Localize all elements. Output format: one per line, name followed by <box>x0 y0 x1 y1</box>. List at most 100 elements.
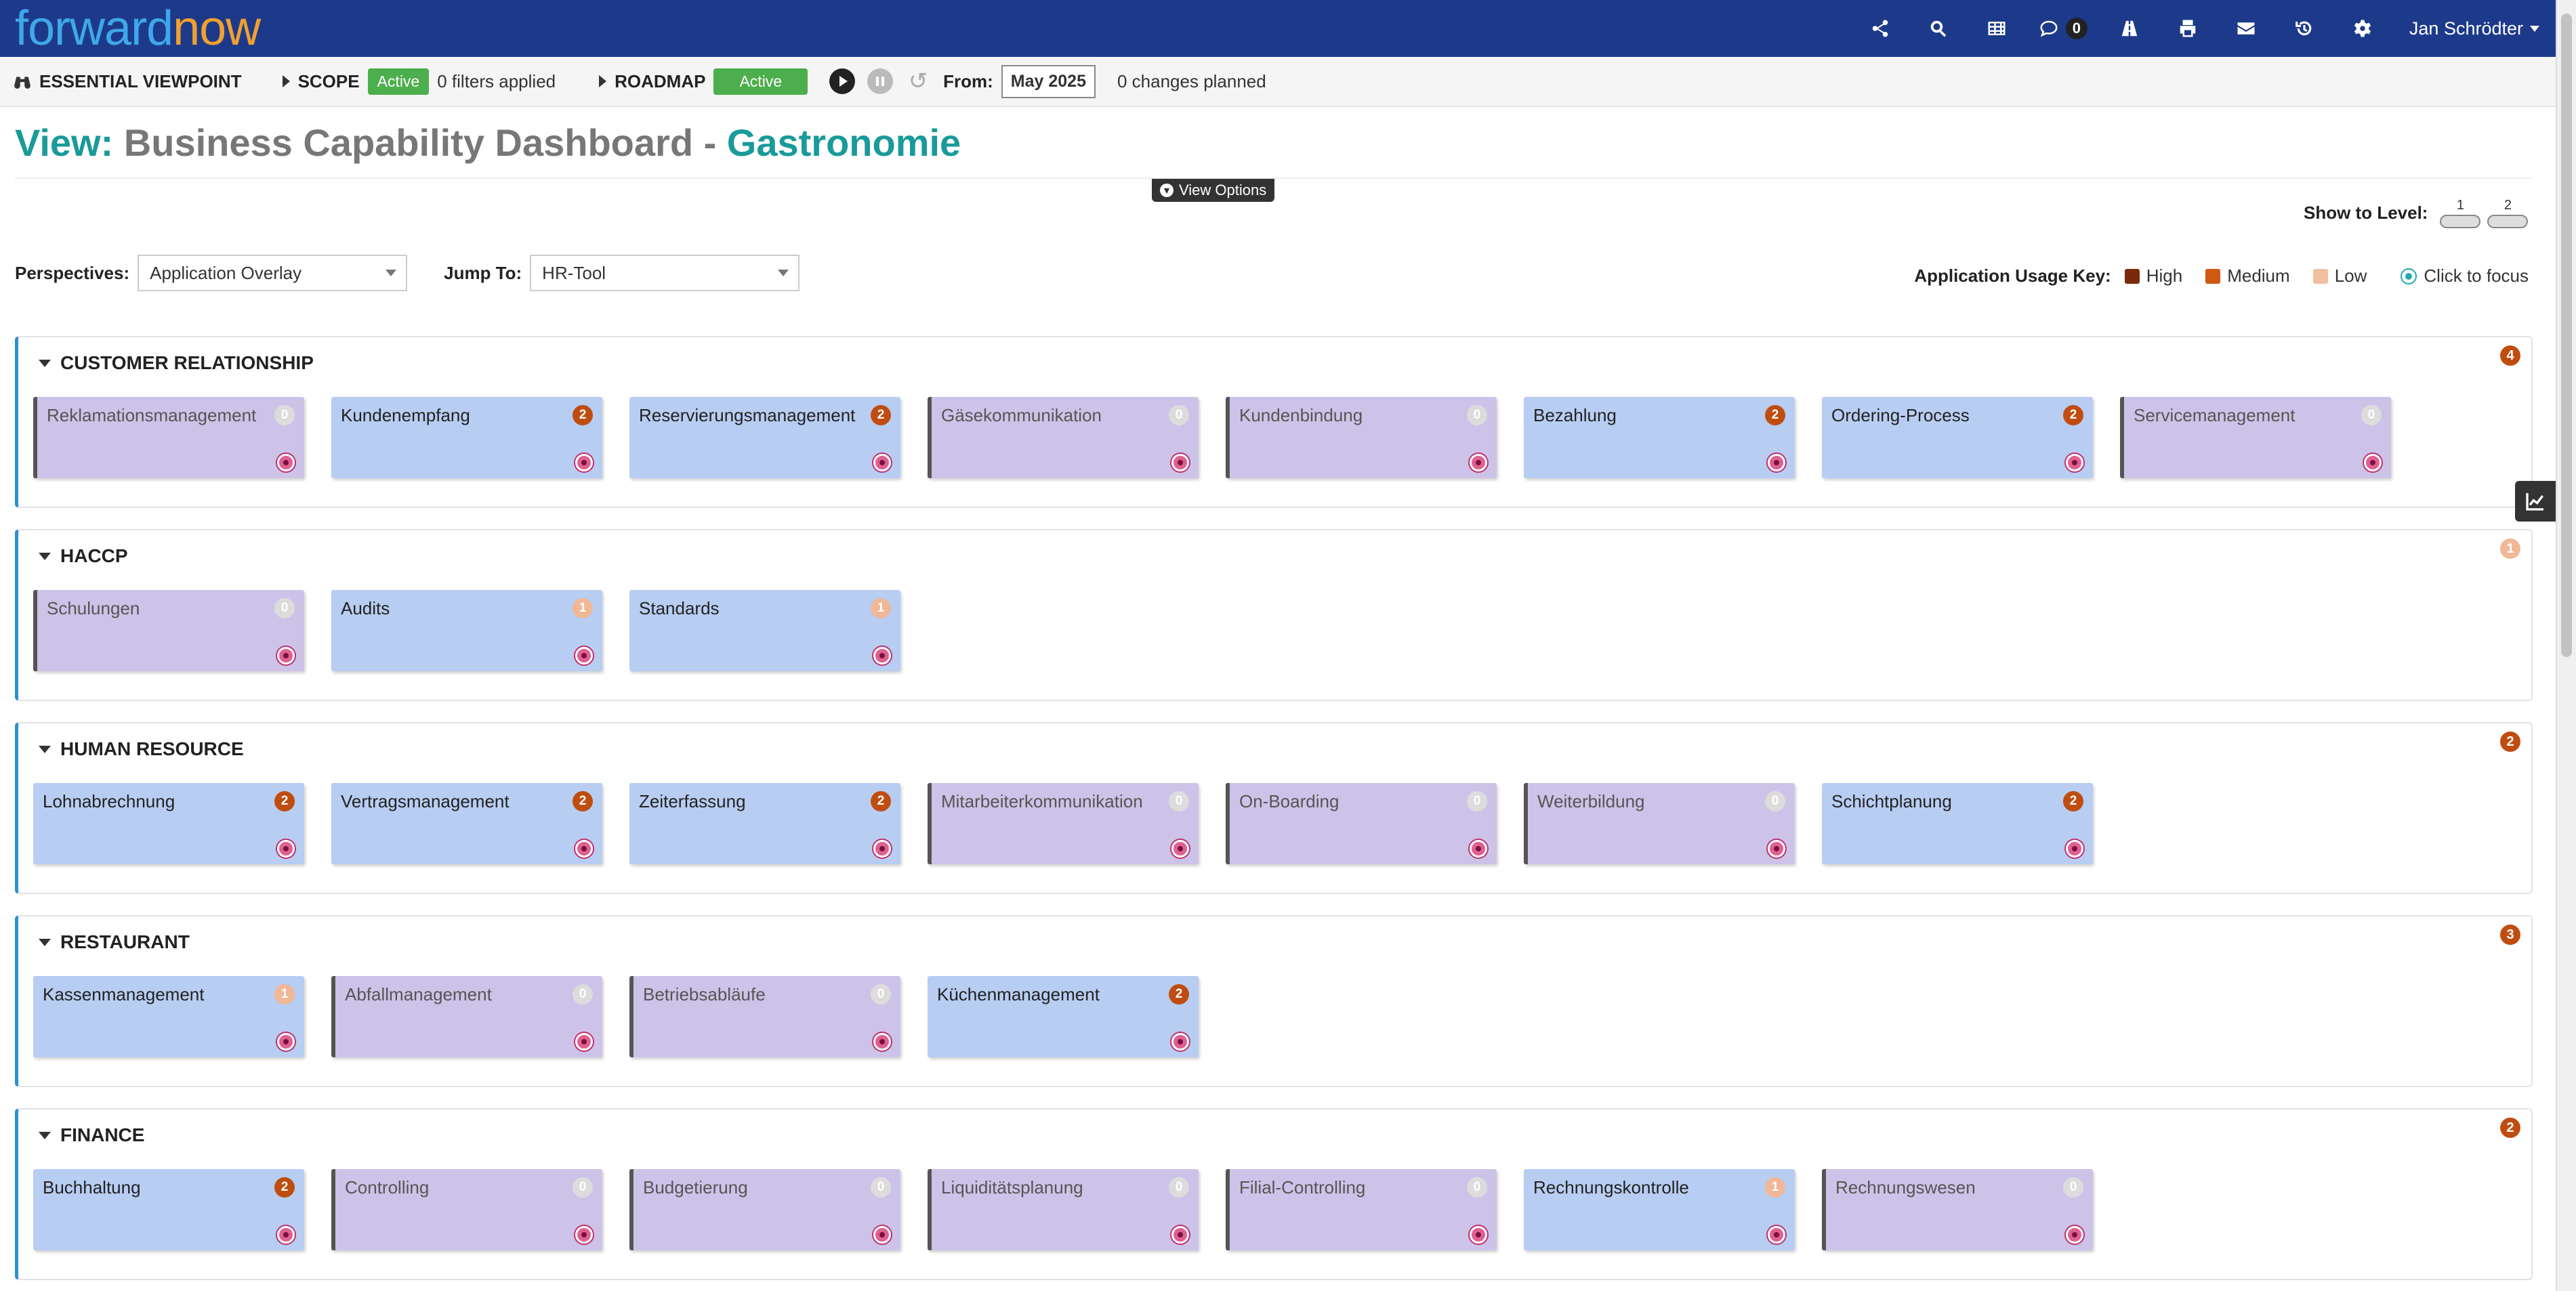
mail-icon[interactable] <box>2217 0 2275 57</box>
focus-target-icon[interactable] <box>575 1033 593 1051</box>
focus-target-icon[interactable] <box>1470 1226 1487 1244</box>
capability-card[interactable]: Rechnungswesen 0 <box>1822 1169 2093 1250</box>
roadmap-label: ROADMAP <box>615 70 706 91</box>
capability-card[interactable]: Zeiterfassung 2 <box>629 783 900 864</box>
line-chart-icon <box>2526 493 2543 511</box>
capability-card[interactable]: Reservierungsmanagement 2 <box>629 397 900 478</box>
gear-icon[interactable] <box>2333 0 2392 57</box>
roadmap-toggle[interactable]: ROADMAP Active <box>599 68 808 95</box>
capability-card[interactable]: Betriebsabläufe 0 <box>629 976 900 1057</box>
focus-target-icon[interactable] <box>1171 1033 1189 1051</box>
application-count-badge: 2 <box>1765 405 1785 425</box>
capability-card[interactable]: Liquiditätsplanung 0 <box>928 1169 1199 1250</box>
caret-down-icon <box>39 552 51 560</box>
capability-card[interactable]: Schulungen 0 <box>33 590 304 671</box>
table-icon[interactable] <box>1968 0 2026 57</box>
share-icon[interactable] <box>1851 0 1909 57</box>
capability-card[interactable]: Ordering-Process 2 <box>1822 397 2093 478</box>
show-level-control: Show to Level: 1 2 <box>2304 198 2529 228</box>
focus-target-icon[interactable] <box>2066 1226 2083 1244</box>
capability-card[interactable]: On-Boarding 0 <box>1226 783 1497 864</box>
focus-target-icon[interactable] <box>1768 840 1785 858</box>
capability-card[interactable]: Mitarbeiterkommunikation 0 <box>928 783 1199 864</box>
chart-toggle-button[interactable] <box>2515 481 2556 522</box>
capability-card[interactable]: Servicemanagement 0 <box>2120 397 2391 478</box>
chat-button[interactable]: 0 <box>2026 0 2100 57</box>
focus-target-icon[interactable] <box>1768 1226 1785 1244</box>
capability-card[interactable]: Budgetierung 0 <box>629 1169 900 1250</box>
capability-card[interactable]: Lohnabrechnung 2 <box>33 783 304 864</box>
capability-card[interactable]: Bezahlung 2 <box>1524 397 1795 478</box>
play-button[interactable] <box>829 68 856 94</box>
section-header[interactable]: HUMAN RESOURCE <box>39 738 244 760</box>
focus-target-icon[interactable] <box>1768 454 1785 471</box>
capability-card[interactable]: Küchenmanagement 2 <box>928 976 1199 1057</box>
binoculars-icon <box>14 77 30 89</box>
user-menu[interactable]: Jan Schrödter <box>2392 18 2539 39</box>
focus-target-icon[interactable] <box>873 454 891 471</box>
focus-target-icon[interactable] <box>873 1226 891 1244</box>
focus-target-icon[interactable] <box>277 647 295 664</box>
print-icon[interactable] <box>2159 0 2217 57</box>
scope-toggle[interactable]: SCOPE Active 0 filters applied <box>282 68 556 95</box>
section-header[interactable]: RESTAURANT <box>39 931 190 953</box>
capability-card[interactable]: Kundenempfang 2 <box>331 397 602 478</box>
section-count-badge: 2 <box>2500 1118 2520 1138</box>
pause-button[interactable] <box>867 68 894 94</box>
level-2-toggle[interactable]: 2 <box>2487 198 2529 228</box>
brand-logo[interactable]: forwardnow <box>15 0 261 57</box>
capability-card[interactable]: Buchhaltung 2 <box>33 1169 304 1250</box>
capability-card[interactable]: Controlling 0 <box>331 1169 602 1250</box>
section-header[interactable]: HACCP <box>39 545 128 567</box>
capability-card[interactable]: Filial-Controlling 0 <box>1226 1169 1497 1250</box>
capability-card[interactable]: Gäsekommunikation 0 <box>928 397 1199 478</box>
capability-card[interactable]: Rechnungskontrolle 1 <box>1524 1169 1795 1250</box>
capability-label: Kassenmanagement <box>43 984 205 1004</box>
focus-target-icon[interactable] <box>2364 454 2382 471</box>
road-icon[interactable] <box>2100 0 2159 57</box>
view-options-button[interactable]: ▼ View Options <box>1152 179 1275 202</box>
capability-card[interactable]: Vertragsmanagement 2 <box>331 783 602 864</box>
usage-key-label: Application Usage Key: <box>1914 266 2111 286</box>
capability-card[interactable]: Reklamationsmanagement 0 <box>33 397 304 478</box>
capability-card[interactable]: Kundenbindung 0 <box>1226 397 1497 478</box>
focus-target-icon[interactable] <box>575 840 593 858</box>
focus-target-icon[interactable] <box>575 454 593 471</box>
application-count-badge: 2 <box>2063 791 2083 811</box>
history-icon[interactable] <box>2275 0 2333 57</box>
perspectives-select[interactable]: Application Overlay <box>138 255 408 291</box>
focus-target-icon[interactable] <box>2066 454 2083 471</box>
capability-card[interactable]: Kassenmanagement 1 <box>33 976 304 1057</box>
from-date-input[interactable]: May 2025 <box>1001 64 1096 98</box>
section-header[interactable]: CUSTOMER RELATIONSHIP <box>39 352 314 374</box>
focus-target-icon[interactable] <box>873 647 891 664</box>
focus-target-icon[interactable] <box>1171 840 1189 858</box>
capability-card[interactable]: Weiterbildung 0 <box>1524 783 1795 864</box>
focus-target-icon[interactable] <box>277 454 295 471</box>
reset-button[interactable]: ↺ <box>905 68 931 94</box>
focus-target-icon[interactable] <box>277 840 295 858</box>
jump-to-select[interactable]: HR-Tool <box>530 255 800 291</box>
focus-target-icon[interactable] <box>277 1033 295 1051</box>
focus-target-icon[interactable] <box>1171 454 1189 471</box>
capability-card[interactable]: Audits 1 <box>331 590 602 671</box>
capability-card[interactable]: Standards 1 <box>629 590 900 671</box>
focus-target-icon[interactable] <box>575 647 593 664</box>
focus-target-icon[interactable] <box>1470 454 1487 471</box>
page-scrollbar[interactable] <box>2556 0 2576 1291</box>
click-to-focus-key: Click to focus <box>2401 266 2529 287</box>
focus-target-icon[interactable] <box>873 1033 891 1051</box>
focus-target-icon[interactable] <box>873 840 891 858</box>
focus-target-icon[interactable] <box>575 1226 593 1244</box>
scrollbar-thumb[interactable] <box>2561 14 2572 657</box>
focus-target-icon[interactable] <box>1171 1226 1189 1244</box>
essential-viewpoint[interactable]: ESSENTIAL VIEWPOINT <box>14 71 242 92</box>
focus-target-icon[interactable] <box>2066 840 2083 858</box>
capability-card[interactable]: Schichtplanung 2 <box>1822 783 2093 864</box>
capability-card[interactable]: Abfallmanagement 0 <box>331 976 602 1057</box>
search-icon[interactable] <box>1909 0 1968 57</box>
focus-target-icon[interactable] <box>277 1226 295 1244</box>
section-header[interactable]: FINANCE <box>39 1124 144 1146</box>
focus-target-icon[interactable] <box>1470 840 1487 858</box>
level-1-toggle[interactable]: 1 <box>2440 198 2481 228</box>
